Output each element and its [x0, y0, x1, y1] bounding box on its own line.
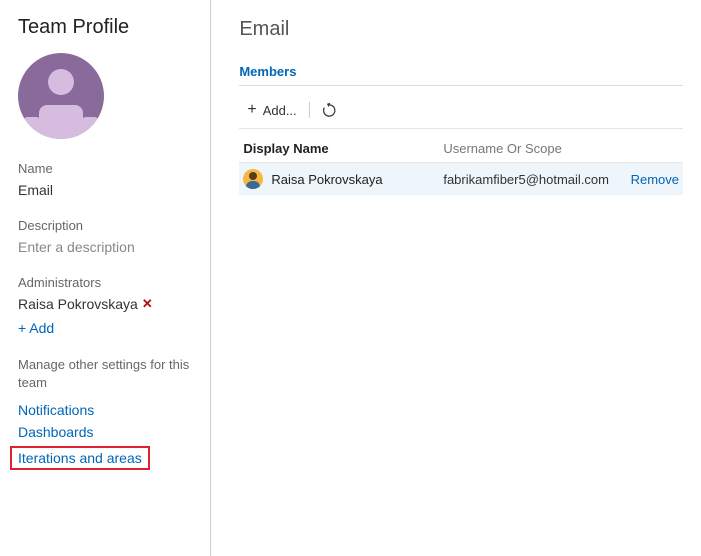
member-display-name: Raisa Pokrovskaya: [271, 172, 382, 187]
link-dashboards[interactable]: Dashboards: [18, 424, 196, 440]
admin-name: Raisa Pokrovskaya: [18, 296, 138, 312]
toolbar-divider: [309, 102, 310, 118]
description-field[interactable]: Enter a description: [18, 239, 196, 255]
col-username[interactable]: Username Or Scope: [443, 141, 609, 156]
team-avatar[interactable]: [18, 53, 104, 139]
team-name-heading: Email: [239, 18, 683, 41]
admins-label: Administrators: [18, 275, 196, 290]
col-action: [609, 141, 679, 156]
main-content: Email Members Add... Display Name Userna…: [211, 0, 701, 556]
link-notifications[interactable]: Notifications: [18, 402, 196, 418]
col-display-name[interactable]: Display Name: [243, 141, 443, 156]
add-member-button[interactable]: Add...: [243, 98, 300, 122]
page-title: Team Profile: [18, 16, 196, 39]
member-row[interactable]: Raisa Pokrovskaya fabrikamfiber5@hotmail…: [239, 163, 683, 195]
refresh-icon: [322, 103, 337, 118]
member-username: fabrikamfiber5@hotmail.com: [443, 172, 609, 187]
tab-members[interactable]: Members: [239, 64, 296, 85]
name-field[interactable]: Email: [18, 182, 196, 198]
tab-bar: Members: [239, 63, 683, 86]
add-admin-button[interactable]: + Add: [18, 320, 196, 336]
remove-admin-icon[interactable]: ✕: [142, 296, 153, 312]
link-iterations-and-areas[interactable]: Iterations and areas: [18, 450, 142, 466]
name-label: Name: [18, 161, 196, 176]
toolbar: Add...: [239, 92, 683, 129]
admin-item: Raisa Pokrovskaya ✕: [18, 296, 196, 312]
plus-icon: [247, 101, 256, 119]
members-table-header: Display Name Username Or Scope: [239, 135, 683, 163]
remove-member-button[interactable]: Remove: [631, 172, 679, 187]
add-button-label: Add...: [263, 103, 297, 118]
refresh-button[interactable]: [318, 100, 341, 121]
highlight-annotation: Iterations and areas: [10, 446, 150, 470]
description-label: Description: [18, 218, 196, 233]
avatar: [243, 169, 263, 189]
manage-settings-label: Manage other settings for this team: [18, 356, 196, 392]
sidebar: Team Profile Name Email Description Ente…: [0, 0, 211, 556]
